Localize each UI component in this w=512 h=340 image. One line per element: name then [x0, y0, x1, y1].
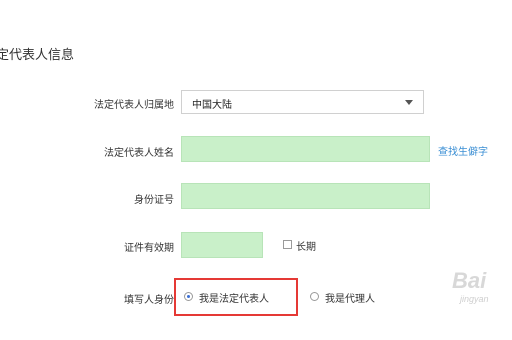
region-label: 法定代表人归属地 — [94, 100, 174, 111]
long-term-label[interactable]: 长期 — [296, 238, 316, 253]
find-rare-character-link[interactable]: 查找生僻字 — [438, 143, 488, 158]
identity-label: 填写人身份 — [124, 295, 174, 306]
name-label: 法定代表人姓名 — [104, 148, 174, 159]
region-select[interactable]: 中国大陆 — [181, 90, 424, 114]
radio-legal-representative-label[interactable]: 我是法定代表人 — [199, 290, 269, 305]
name-input[interactable] — [181, 136, 430, 162]
region-select-value: 中国大陆 — [192, 100, 232, 111]
section-title: 定代表人信息 — [0, 48, 75, 63]
watermark-subtext: jingyan — [460, 294, 489, 304]
radio-agent-label[interactable]: 我是代理人 — [325, 290, 375, 305]
chevron-down-icon — [405, 100, 413, 105]
id-number-input[interactable] — [181, 183, 430, 209]
baidu-watermark-logo: Bai jingyan — [452, 268, 489, 304]
long-term-checkbox[interactable] — [283, 240, 292, 249]
radio-legal-representative[interactable] — [184, 292, 193, 301]
id-number-label: 身份证号 — [134, 195, 174, 206]
validity-input[interactable] — [181, 232, 263, 258]
validity-label: 证件有效期 — [124, 243, 174, 254]
radio-agent[interactable] — [310, 292, 319, 301]
watermark-text: Bai — [452, 268, 487, 293]
